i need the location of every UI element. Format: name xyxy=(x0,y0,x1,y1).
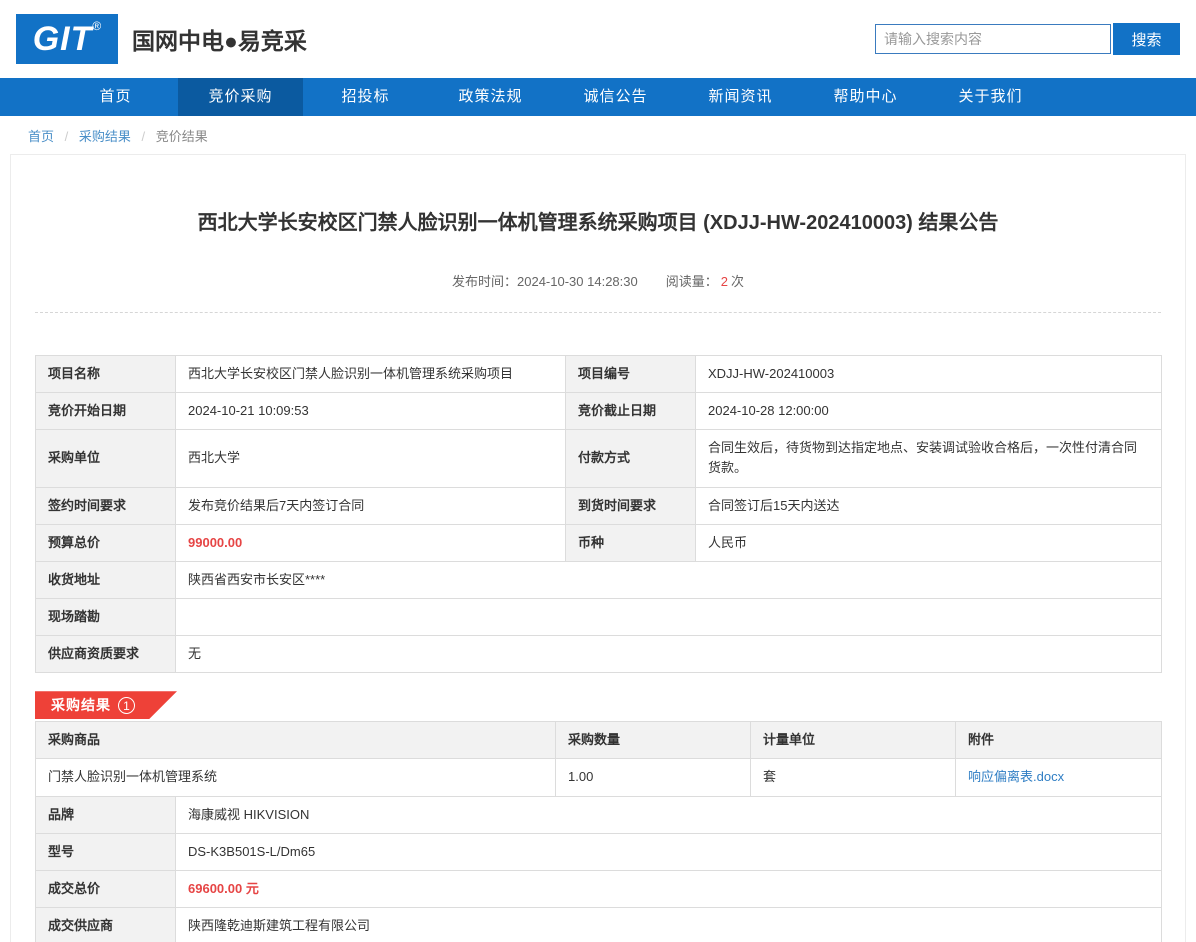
project-name-value: 西北大学长安校区门禁人脸识别一体机管理系统采购项目 xyxy=(176,356,566,393)
site-header: GIT ® 国网中电●易竞采 搜索 xyxy=(0,0,1196,78)
nav-item-home[interactable]: 首页 xyxy=(53,78,178,116)
attachment-link[interactable]: 响应偏离表.docx xyxy=(968,769,1064,784)
search-input[interactable] xyxy=(875,24,1111,54)
site-survey-label: 现场踏勘 xyxy=(36,598,176,635)
table-row: 品牌 海康威视 HIKVISION xyxy=(36,796,1162,833)
budget-total-value: 99000.00 xyxy=(176,524,566,561)
breadcrumb-current: 竞价结果 xyxy=(156,129,208,144)
project-number-label: 项目编号 xyxy=(566,356,696,393)
delivery-address-label: 收货地址 xyxy=(36,561,176,598)
project-name-label: 项目名称 xyxy=(36,356,176,393)
signing-time-value: 发布竞价结果后7天内签订合同 xyxy=(176,487,566,524)
product-value: 门禁人脸识别一体机管理系统 xyxy=(36,759,556,796)
nav-item-bidding-purchase[interactable]: 竞价采购 xyxy=(178,78,303,116)
model-value: DS-K3B501S-L/Dm65 xyxy=(176,833,1162,870)
brand-label: 品牌 xyxy=(36,796,176,833)
nav-item-tendering[interactable]: 招投标 xyxy=(303,78,428,116)
search-button[interactable]: 搜索 xyxy=(1113,23,1180,55)
project-number-value: XDJJ-HW-202410003 xyxy=(696,356,1162,393)
budget-total-label: 预算总价 xyxy=(36,524,176,561)
nav-item-help-center[interactable]: 帮助中心 xyxy=(803,78,928,116)
main-nav: 首页 竞价采购 招投标 政策法规 诚信公告 新闻资讯 帮助中心 关于我们 xyxy=(0,78,1196,116)
winning-supplier-label: 成交供应商 xyxy=(36,907,176,942)
nav-item-integrity-notices[interactable]: 诚信公告 xyxy=(553,78,678,116)
table-row: 采购单位 西北大学 付款方式 合同生效后，待货物到达指定地点、安装调试验收合格后… xyxy=(36,430,1162,487)
delivery-time-label: 到货时间要求 xyxy=(566,487,696,524)
publish-time-value: 2024-10-30 14:28:30 xyxy=(517,274,638,289)
winning-supplier-value: 陕西隆乾迪斯建筑工程有限公司 xyxy=(176,907,1162,942)
table-row: 成交供应商 陕西隆乾迪斯建筑工程有限公司 xyxy=(36,907,1162,942)
delivery-time-value: 合同签订后15天内送达 xyxy=(696,487,1162,524)
table-row: 现场踏勘 xyxy=(36,598,1162,635)
nav-item-about-us[interactable]: 关于我们 xyxy=(928,78,1053,116)
table-header-row: 采购商品 采购数量 计量单位 附件 xyxy=(36,722,1162,759)
breadcrumb-separator: / xyxy=(142,129,146,144)
article-meta: 发布时间：2024-10-30 14:28:30 阅读量：2次 xyxy=(35,271,1161,290)
bid-start-label: 竞价开始日期 xyxy=(36,393,176,430)
delivery-address-value: 陕西省西安市长安区**** xyxy=(176,561,1162,598)
bid-start-value: 2024-10-21 10:09:53 xyxy=(176,393,566,430)
model-label: 型号 xyxy=(36,833,176,870)
purchaser-label: 采购单位 xyxy=(36,430,176,487)
currency-label: 币种 xyxy=(566,524,696,561)
views-count: 2 xyxy=(721,274,728,289)
breadcrumb-separator: / xyxy=(65,129,69,144)
signing-time-label: 签约时间要求 xyxy=(36,487,176,524)
result-ribbon: 采购结果 1 xyxy=(35,691,177,719)
col-product: 采购商品 xyxy=(36,722,556,759)
divider xyxy=(35,312,1161,313)
table-row: 签约时间要求 发布竞价结果后7天内签订合同 到货时间要求 合同签订后15天内送达 xyxy=(36,487,1162,524)
brand-value: 海康威视 HIKVISION xyxy=(176,796,1162,833)
announcement-card: 西北大学长安校区门禁人脸识别一体机管理系统采购项目 (XDJJ-HW-20241… xyxy=(10,154,1186,942)
table-row: 型号 DS-K3B501S-L/Dm65 xyxy=(36,833,1162,870)
deal-price-label: 成交总价 xyxy=(36,870,176,907)
result-ribbon-label: 采购结果 xyxy=(51,695,111,715)
bid-deadline-label: 竞价截止日期 xyxy=(566,393,696,430)
site-logo[interactable]: GIT ® xyxy=(16,14,118,64)
table-row: 门禁人脸识别一体机管理系统 1.00 套 响应偏离表.docx xyxy=(36,759,1162,796)
search-box: 搜索 xyxy=(875,23,1180,55)
publish-time-label: 发布时间： xyxy=(452,274,517,289)
breadcrumb-home[interactable]: 首页 xyxy=(28,129,54,144)
logo-text: GIT xyxy=(33,14,93,64)
breadcrumb: 首页 / 采购结果 / 竞价结果 xyxy=(0,116,1196,154)
site-name: 国网中电●易竞采 xyxy=(132,22,307,56)
nav-item-news[interactable]: 新闻资讯 xyxy=(678,78,803,116)
purchaser-value: 西北大学 xyxy=(176,430,566,487)
table-row: 预算总价 99000.00 币种 人民币 xyxy=(36,524,1162,561)
table-row: 竞价开始日期 2024-10-21 10:09:53 竞价截止日期 2024-1… xyxy=(36,393,1162,430)
quantity-value: 1.00 xyxy=(556,759,751,796)
breadcrumb-purchase-results[interactable]: 采购结果 xyxy=(79,129,131,144)
logo-registered-mark: ® xyxy=(92,19,101,33)
currency-value: 人民币 xyxy=(696,524,1162,561)
col-attachment: 附件 xyxy=(956,722,1162,759)
project-info-table: 项目名称 西北大学长安校区门禁人脸识别一体机管理系统采购项目 项目编号 XDJJ… xyxy=(35,355,1162,673)
views-label: 阅读量： xyxy=(666,274,718,289)
supplier-qualification-value: 无 xyxy=(176,636,1162,673)
purchase-result-table: 采购商品 采购数量 计量单位 附件 门禁人脸识别一体机管理系统 1.00 套 响… xyxy=(35,721,1162,942)
page-title: 西北大学长安校区门禁人脸识别一体机管理系统采购项目 (XDJJ-HW-20241… xyxy=(35,206,1161,235)
nav-item-policies[interactable]: 政策法规 xyxy=(428,78,553,116)
table-row: 项目名称 西北大学长安校区门禁人脸识别一体机管理系统采购项目 项目编号 XDJJ… xyxy=(36,356,1162,393)
payment-method-label: 付款方式 xyxy=(566,430,696,487)
views-unit: 次 xyxy=(731,274,744,289)
bid-deadline-value: 2024-10-28 12:00:00 xyxy=(696,393,1162,430)
col-quantity: 采购数量 xyxy=(556,722,751,759)
supplier-qualification-label: 供应商资质要求 xyxy=(36,636,176,673)
table-row: 供应商资质要求 无 xyxy=(36,636,1162,673)
payment-method-value: 合同生效后，待货物到达指定地点、安装调试验收合格后，一次性付清合同货款。 xyxy=(696,430,1162,487)
col-unit: 计量单位 xyxy=(751,722,956,759)
site-survey-value xyxy=(176,598,1162,635)
result-count-badge: 1 xyxy=(118,697,135,714)
unit-value: 套 xyxy=(751,759,956,796)
deal-price-value: 69600.00 元 xyxy=(176,870,1162,907)
table-row: 收货地址 陕西省西安市长安区**** xyxy=(36,561,1162,598)
table-row: 成交总价 69600.00 元 xyxy=(36,870,1162,907)
